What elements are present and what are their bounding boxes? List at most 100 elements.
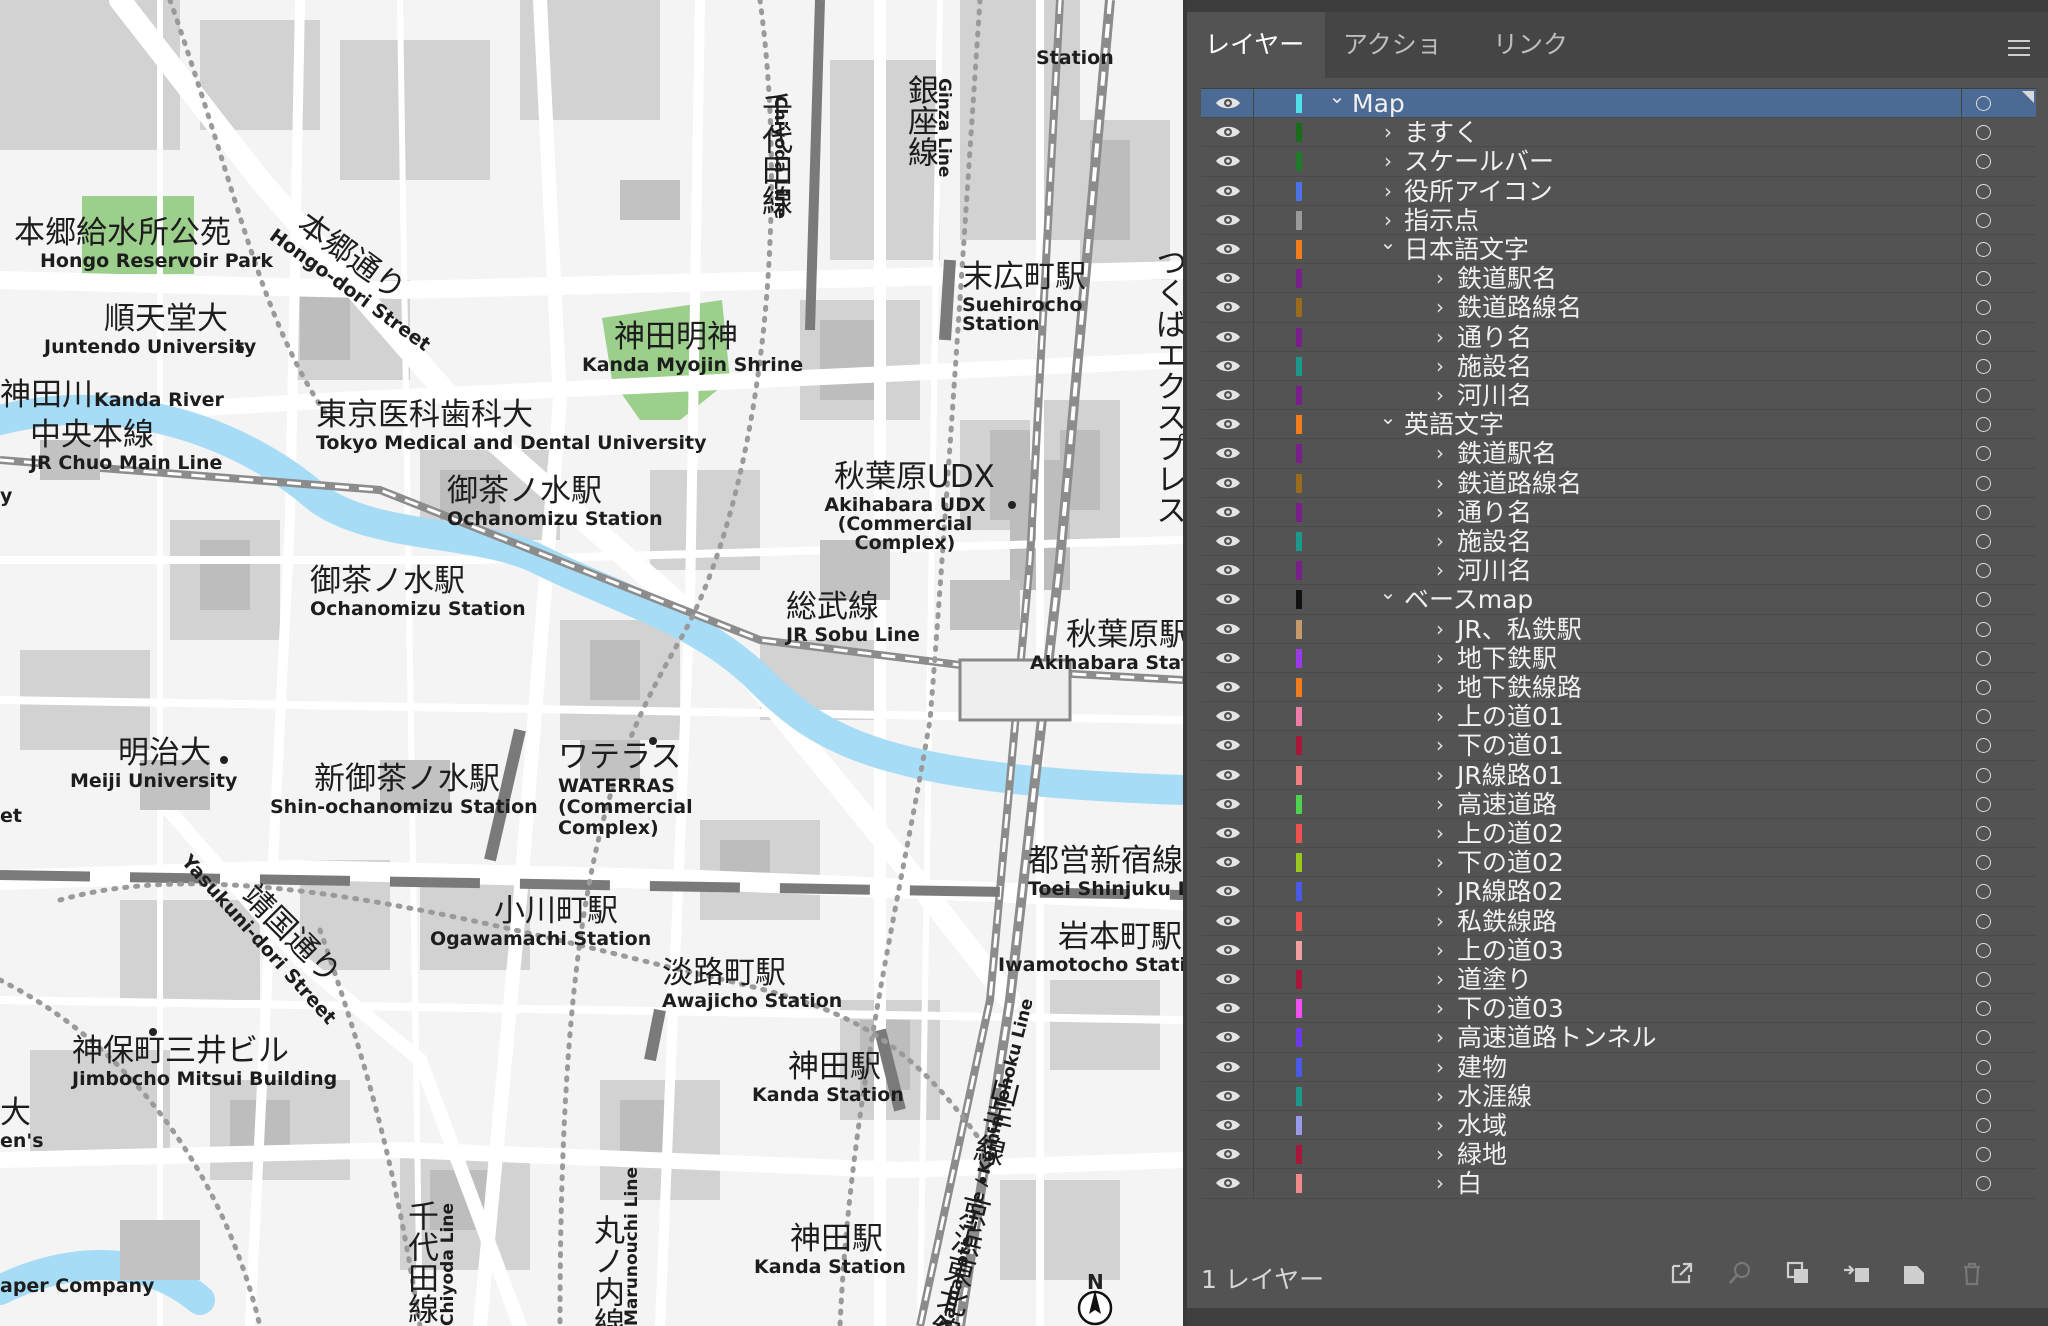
target-circle-icon[interactable]: [1976, 621, 1991, 637]
chevron-right-icon[interactable]: ›: [1431, 793, 1449, 815]
layer-row[interactable]: › 高速道路: [1201, 789, 2036, 819]
chevron-right-icon[interactable]: ›: [1431, 1143, 1449, 1165]
eye-icon[interactable]: [1215, 767, 1241, 783]
lock-column[interactable]: [1253, 702, 1254, 731]
lock-column[interactable]: [1253, 585, 1254, 614]
target-circle-icon[interactable]: [1976, 855, 1991, 871]
layer-name[interactable]: 鉄道駅名: [1457, 440, 1557, 468]
layer-name[interactable]: 高速道路トンネル: [1457, 1024, 1657, 1052]
eye-icon[interactable]: [1215, 1146, 1241, 1162]
eye-icon[interactable]: [1215, 737, 1241, 753]
eye-icon[interactable]: [1215, 270, 1241, 286]
eye-icon[interactable]: [1215, 358, 1241, 374]
layer-row[interactable]: › 上の道03: [1201, 935, 2036, 965]
layer-name[interactable]: 鉄道路線名: [1457, 294, 1582, 322]
layer-name[interactable]: 日本語文字: [1404, 236, 1529, 264]
target-circle-icon[interactable]: [1976, 154, 1991, 170]
eye-icon[interactable]: [1215, 1059, 1241, 1075]
target-circle-icon[interactable]: [1976, 1176, 1991, 1192]
layer-row[interactable]: › 下の道01: [1201, 731, 2036, 761]
eye-icon[interactable]: [1215, 1088, 1241, 1104]
layer-name[interactable]: 施設名: [1457, 352, 1532, 381]
eye-icon[interactable]: [1215, 913, 1241, 929]
lock-column[interactable]: [1253, 1111, 1254, 1140]
target-circle-icon[interactable]: [1976, 738, 1991, 754]
target-circle-icon[interactable]: [1976, 592, 1991, 608]
eye-icon[interactable]: [1215, 95, 1241, 111]
layer-row[interactable]: ⌄ 英語文字: [1201, 406, 2036, 440]
eye-icon[interactable]: [1215, 883, 1241, 899]
layer-name[interactable]: JR、私鉄駅: [1457, 615, 1582, 644]
tab-links[interactable]: リンク: [1475, 12, 1595, 78]
eye-icon[interactable]: [1215, 504, 1241, 520]
layer-row[interactable]: › 緑地: [1201, 1140, 2036, 1170]
layer-list[interactable]: ⌄ Map › ますく › スケールバー › 役所アイコン › 指示点 ⌄ 日本語文字 › 鉄道駅名 › 鉄道…: [1201, 85, 2036, 1201]
target-circle-icon[interactable]: [1976, 388, 1991, 403]
layer-name[interactable]: スケールバー: [1404, 148, 1554, 176]
lock-column[interactable]: [1253, 322, 1254, 351]
layer-name[interactable]: 下の道02: [1457, 849, 1564, 877]
eye-icon[interactable]: [1215, 591, 1241, 607]
eye-icon[interactable]: [1215, 153, 1241, 169]
layer-name[interactable]: 通り名: [1457, 323, 1532, 352]
target-circle-icon[interactable]: [1976, 942, 1991, 958]
target-circle-icon[interactable]: [1976, 563, 1991, 579]
chevron-right-icon[interactable]: ›: [1379, 209, 1397, 231]
chevron-right-icon[interactable]: ›: [1431, 559, 1449, 581]
eye-icon[interactable]: [1215, 679, 1241, 695]
chevron-right-icon[interactable]: ›: [1431, 530, 1449, 552]
layer-name[interactable]: JR線路02: [1457, 878, 1564, 906]
eye-icon[interactable]: [1215, 971, 1241, 987]
layer-row[interactable]: ⌄ ベースmap: [1201, 581, 2036, 615]
target-circle-icon[interactable]: [1976, 125, 1991, 141]
eye-icon[interactable]: [1215, 124, 1241, 140]
layer-row[interactable]: › 下の道03: [1201, 994, 2036, 1024]
chevron-right-icon[interactable]: ›: [1379, 180, 1397, 202]
eye-icon[interactable]: [1215, 854, 1241, 870]
chevron-right-icon[interactable]: ›: [1431, 618, 1449, 640]
lock-column[interactable]: [1253, 410, 1254, 439]
chevron-right-icon[interactable]: ›: [1431, 705, 1449, 727]
eye-icon[interactable]: [1215, 1029, 1241, 1045]
eye-icon[interactable]: [1215, 387, 1241, 403]
chevron-right-icon[interactable]: ›: [1431, 472, 1449, 494]
target-circle-icon[interactable]: [1976, 417, 1991, 433]
lock-column[interactable]: [1253, 264, 1254, 293]
target-circle-icon[interactable]: [1976, 972, 1991, 987]
chevron-right-icon[interactable]: ›: [1431, 1085, 1449, 1107]
target-circle-icon[interactable]: [1976, 242, 1991, 257]
chevron-right-icon[interactable]: ›: [1431, 501, 1449, 523]
hamburger-icon[interactable]: [2008, 40, 2030, 56]
layer-row[interactable]: › JR線路01: [1201, 760, 2036, 790]
lock-column[interactable]: [1253, 205, 1254, 234]
chevron-down-icon[interactable]: ⌄: [1379, 231, 1397, 253]
eye-icon[interactable]: [1215, 241, 1241, 257]
eye-icon[interactable]: [1215, 942, 1241, 958]
layer-name[interactable]: 鉄道路線名: [1457, 469, 1582, 498]
chevron-right-icon[interactable]: ›: [1431, 296, 1449, 318]
lock-column[interactable]: [1253, 673, 1254, 702]
target-circle-icon[interactable]: [1976, 826, 1991, 841]
lock-column[interactable]: [1253, 556, 1254, 585]
layer-row[interactable]: › 鉄道駅名: [1201, 264, 2036, 294]
layer-row[interactable]: › 白: [1201, 1169, 2036, 1199]
target-circle-icon[interactable]: [1976, 680, 1991, 695]
layer-row[interactable]: › 鉄道路線名: [1201, 293, 2036, 323]
lock-column[interactable]: [1253, 994, 1254, 1023]
move-to-layer-icon[interactable]: [1841, 1258, 1871, 1288]
chevron-down-icon[interactable]: ⌄: [1379, 581, 1397, 603]
layer-name[interactable]: 役所アイコン: [1404, 177, 1553, 206]
layer-name[interactable]: 高速道路: [1457, 790, 1557, 819]
lock-column[interactable]: [1253, 118, 1254, 147]
lock-column[interactable]: [1253, 877, 1254, 906]
target-circle-icon[interactable]: [1976, 1088, 1991, 1104]
target-circle-icon[interactable]: [1976, 884, 1991, 900]
target-circle-icon[interactable]: [1976, 913, 1991, 929]
layer-row[interactable]: › 地下鉄線路: [1201, 673, 2036, 703]
eye-icon[interactable]: [1215, 1000, 1241, 1016]
chevron-right-icon[interactable]: ›: [1431, 822, 1449, 844]
layer-row[interactable]: › 指示点: [1201, 205, 2036, 235]
chevron-right-icon[interactable]: ›: [1431, 442, 1449, 464]
chevron-down-icon[interactable]: ⌄: [1379, 406, 1397, 428]
target-circle-icon[interactable]: [1976, 504, 1991, 520]
